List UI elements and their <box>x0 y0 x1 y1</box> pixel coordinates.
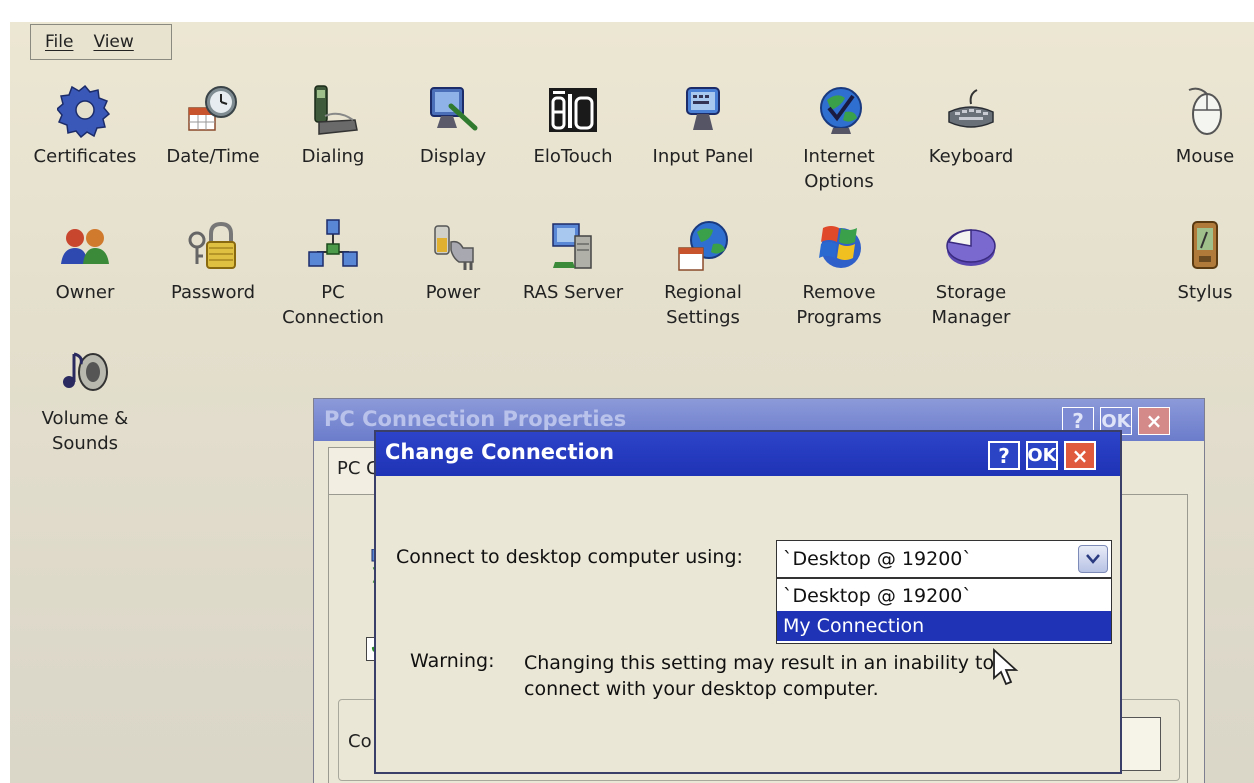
date-time-label: Date/Time <box>166 146 260 167</box>
pc-connection-label: PC Connection <box>282 282 384 328</box>
certificates-item[interactable]: Certificates <box>20 82 150 169</box>
battery-plug-icon <box>434 225 474 270</box>
globe-check-icon <box>820 87 862 134</box>
clock-calendar-icon <box>188 86 237 131</box>
keyboard-item[interactable]: Keyboard <box>906 82 1036 169</box>
dialog-title: Change Connection <box>385 440 615 464</box>
regional-settings-label: Regional Settings <box>664 282 742 328</box>
elo-logo-icon <box>549 88 597 132</box>
dialog-titlebar[interactable]: Change Connection ? OK × <box>376 432 1120 476</box>
input-panel-item[interactable]: Input Panel <box>638 82 768 169</box>
bg-close-button[interactable]: × <box>1138 407 1170 435</box>
ras-server-label: RAS Server <box>522 282 624 303</box>
power-label: Power <box>425 282 481 303</box>
internet-options-item[interactable]: Internet Options <box>774 82 904 194</box>
network-computers-icon <box>308 219 358 267</box>
globe-calendar-icon <box>678 221 728 271</box>
elotouch-label: EloTouch <box>533 146 613 167</box>
warning-label: Warning: <box>410 650 495 672</box>
control-panel-window: File View Certificates Date/Time Dialing… <box>10 22 1254 783</box>
speaker-note-icon <box>63 352 108 391</box>
connection-select-value: `Desktop @ 19200` <box>783 548 972 570</box>
password-label: Password <box>170 282 256 303</box>
windows-flag-icon <box>819 226 861 268</box>
owner-label: Owner <box>55 282 115 303</box>
close-button[interactable]: × <box>1064 441 1096 470</box>
owner-item[interactable]: Owner <box>20 218 150 305</box>
pie-disk-icon <box>946 229 996 266</box>
dropdown-option-desktop[interactable]: `Desktop @ 19200` <box>777 581 1111 611</box>
volume-sounds-label: Volume & Sounds <box>41 408 129 454</box>
dialing-label: Dialing <box>301 146 365 167</box>
menu-view[interactable]: View <box>87 32 139 52</box>
pc-connection-item[interactable]: PC Connection <box>268 218 398 330</box>
padlock-keys-icon <box>188 221 236 269</box>
mouse-icon <box>1188 87 1222 135</box>
display-label: Display <box>419 146 487 167</box>
volume-sounds-item[interactable]: Volume & Sounds <box>20 344 150 456</box>
dialing-item[interactable]: Dialing <box>268 82 398 169</box>
password-item[interactable]: Password <box>148 218 278 305</box>
internet-options-label: Internet Options <box>803 146 875 192</box>
phone-icon <box>314 85 358 135</box>
server-network-icon <box>552 223 592 269</box>
mouse-label: Mouse <box>1175 146 1235 167</box>
date-time-item[interactable]: Date/Time <box>148 82 278 169</box>
tab-label: PC C <box>337 458 379 479</box>
gear-icon <box>57 84 111 138</box>
pda-stylus-icon <box>1192 221 1218 269</box>
change-connection-dialog: Change Connection ? OK × Connect to desk… <box>374 430 1122 774</box>
ras-server-item[interactable]: RAS Server <box>508 218 638 305</box>
storage-manager-label: Storage Manager <box>931 282 1011 328</box>
help-button[interactable]: ? <box>988 441 1020 470</box>
connect-label: Connect to desktop computer using: <box>396 546 743 568</box>
input-panel-label: Input Panel <box>652 146 754 167</box>
keyboard-label: Keyboard <box>928 146 1014 167</box>
chevron-down-icon <box>1086 554 1100 564</box>
pointer-cursor-icon <box>993 648 1019 686</box>
mouse-item[interactable]: Mouse <box>1140 82 1254 169</box>
ok-button[interactable]: OK <box>1026 441 1058 470</box>
dropdown-option-my-connection[interactable]: My Connection <box>777 611 1111 641</box>
warning-text: Changing this setting may result in an i… <box>524 652 995 700</box>
connection-dropdown-list: `Desktop @ 19200` My Connection <box>776 578 1112 644</box>
display-item[interactable]: Display <box>388 82 518 169</box>
certificates-label: Certificates <box>33 146 137 167</box>
stylus-label: Stylus <box>1177 282 1233 303</box>
keyboard-monitor-icon <box>686 87 720 130</box>
bg-dialog-title: PC Connection Properties <box>324 407 627 431</box>
monitor-brush-icon <box>430 87 478 131</box>
power-item[interactable]: Power <box>388 218 518 305</box>
connection-select[interactable]: `Desktop @ 19200` <box>776 540 1112 578</box>
elotouch-item[interactable]: EloTouch <box>508 82 638 169</box>
keyboard-icon <box>948 89 994 128</box>
bg-group-label: Co <box>348 731 372 752</box>
menu-bar: File View <box>30 24 172 60</box>
storage-manager-item[interactable]: Storage Manager <box>906 218 1036 330</box>
dropdown-arrow-button[interactable] <box>1078 545 1108 573</box>
users-icon <box>61 229 109 264</box>
regional-settings-item[interactable]: Regional Settings <box>638 218 768 330</box>
stylus-item[interactable]: Stylus <box>1140 218 1254 305</box>
menu-file[interactable]: File <box>39 32 79 52</box>
remove-programs-label: Remove Programs <box>796 282 882 328</box>
remove-programs-item[interactable]: Remove Programs <box>774 218 904 330</box>
